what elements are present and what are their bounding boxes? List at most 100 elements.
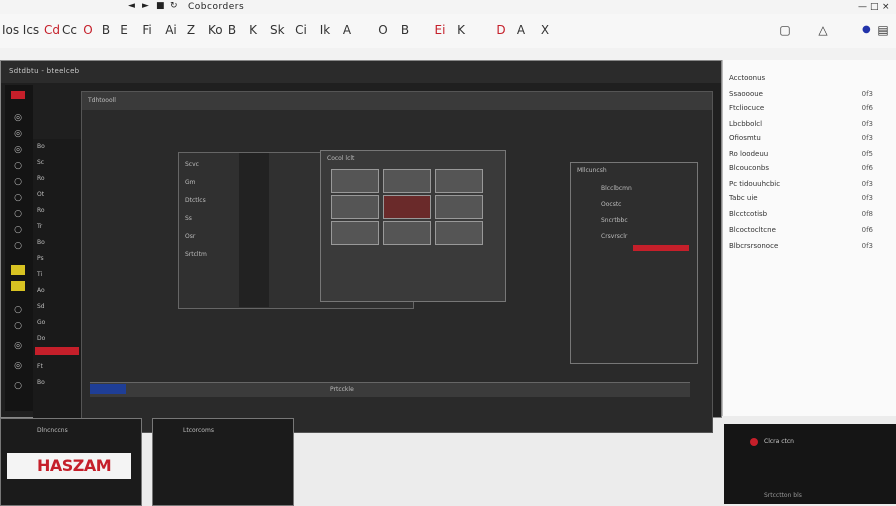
layer-item[interactable]: Pc tidouuhcbic (729, 180, 780, 188)
thumbnail[interactable] (383, 195, 431, 219)
layer-item[interactable]: Blcoctocltcne (729, 226, 776, 234)
tool-icon[interactable]: ○ (11, 381, 25, 391)
forward-icon[interactable]: ► (142, 2, 152, 11)
tool-button[interactable]: Ei (434, 22, 446, 38)
property-line: Blcclbcmn (601, 185, 632, 192)
layer-count: 0f6 (861, 164, 873, 172)
tool-button[interactable]: O (376, 22, 390, 38)
layer-item[interactable]: Lbcbbolcl (729, 120, 762, 128)
property-line: Crsvrsclr (601, 233, 628, 240)
tool-button[interactable]: Ko (208, 22, 223, 38)
tool-button[interactable]: B (100, 22, 112, 38)
tool-button[interactable]: X (538, 22, 552, 38)
tool-button[interactable]: O (82, 22, 94, 38)
tool-button[interactable]: B (398, 22, 412, 38)
tool-button[interactable]: A (340, 22, 354, 38)
tool-button[interactable]: Cd (44, 22, 60, 38)
layer-label: Pc tidouuhcbic (729, 180, 781, 188)
timeline-bar[interactable]: Prtcckle (90, 382, 690, 397)
tool-icon[interactable]: ○ (11, 209, 25, 219)
thumbnail[interactable] (435, 195, 483, 219)
code-line: Dtctlcs (185, 197, 206, 204)
highlight-tool-icon[interactable] (11, 281, 25, 291)
property-panel: Mllcuncsh Blcclbcmn Oocstc Sncrtbbc Crsv… (570, 162, 698, 364)
tool-icon[interactable]: ○ (11, 241, 25, 251)
tool-button[interactable]: K (246, 22, 260, 38)
layer-item[interactable]: Tabc uie (729, 194, 758, 202)
layer-count: 0f3 (861, 242, 873, 250)
tool-icon[interactable]: ○ (11, 305, 25, 315)
layer-item[interactable]: Blcouconbs (729, 164, 769, 172)
tool-icon[interactable]: ◎ (11, 145, 25, 155)
thumbnail[interactable] (331, 169, 379, 193)
preview-panel[interactable]: Cocol lclt (320, 150, 506, 302)
tool-button[interactable]: B (226, 22, 238, 38)
layer-item[interactable]: Acctoonus (729, 74, 765, 82)
tool-icon[interactable]: ○ (11, 161, 25, 171)
record-dot-icon (750, 438, 758, 446)
tool-icon[interactable]: ◎ (11, 341, 25, 351)
tool-button[interactable]: D (494, 22, 508, 38)
workspace-header-text: Sdtdbtu - bteelceb (9, 67, 80, 75)
tool-icon[interactable]: ○ (11, 321, 25, 331)
tool-button[interactable]: Z (184, 22, 198, 38)
clip-thumbnail[interactable]: Dlncnccns HASZAM (0, 418, 142, 506)
refresh-icon[interactable]: ↻ (170, 2, 180, 11)
side-label: Bo (37, 379, 45, 386)
layout-icon[interactable]: ▤ (876, 22, 890, 38)
tool-button[interactable]: Ai (164, 22, 178, 38)
tool-button[interactable]: Fi (140, 22, 154, 38)
editor-header-text: Tdhtoooll (88, 97, 116, 104)
layer-item[interactable]: Ro loodeuu (729, 150, 768, 158)
tool-icon[interactable]: ○ (11, 225, 25, 235)
tool-button[interactable]: Cc (62, 22, 77, 38)
tool-button[interactable]: Ios (2, 22, 19, 38)
tool-icon[interactable]: ◎ (11, 113, 25, 123)
tool-icon[interactable]: ◎ (11, 129, 25, 139)
logo-banner: HASZAM (7, 453, 131, 479)
clip-thumbnail[interactable]: Ltcorcoms (152, 418, 294, 506)
close-icon[interactable]: × (882, 3, 892, 12)
tool-icon[interactable]: ◎ (11, 361, 25, 371)
minimize-icon[interactable]: — (858, 3, 868, 12)
window-controls: — □ × (790, 1, 890, 13)
side-label: Ro (37, 175, 45, 182)
app-title: Cobcorders (188, 2, 245, 12)
main-workspace: Sdtdbtu - bteelceb ◎ ◎ ◎ ○ ○ ○ ○ ○ ○ ○ ○… (0, 60, 722, 447)
thumbnail[interactable] (435, 221, 483, 245)
thumbnail[interactable] (331, 221, 379, 245)
tool-button[interactable]: K (454, 22, 468, 38)
thumbnail[interactable] (435, 169, 483, 193)
tool-button[interactable]: Ik (318, 22, 332, 38)
layer-item[interactable]: Blbcrsrsonoce (729, 242, 778, 250)
layer-item[interactable]: Blcctcotisb (729, 210, 767, 218)
tool-icon[interactable]: ○ (11, 193, 25, 203)
thumbnail[interactable] (383, 169, 431, 193)
warning-icon[interactable]: △ (816, 22, 830, 38)
panel-icon[interactable]: ▢ (778, 22, 792, 38)
highlight-tool-icon[interactable] (11, 265, 25, 275)
code-line: Ss (185, 215, 192, 222)
layer-item[interactable]: Ssaoooue (729, 90, 763, 98)
side-label: Tr (37, 223, 43, 230)
editor-header: Tdhtoooll (82, 92, 712, 110)
tool-button[interactable]: Ci (294, 22, 308, 38)
layer-label: Ftcliocuce (729, 104, 765, 112)
layer-item[interactable]: Ofiosmtu (729, 134, 761, 142)
workspace-header: Sdtdbtu - bteelceb (1, 61, 721, 83)
thumbnail[interactable] (331, 195, 379, 219)
back-icon[interactable]: ◄ (128, 2, 138, 11)
output-label: Clcra ctcn (764, 438, 794, 445)
tool-button[interactable]: Ics (22, 22, 40, 38)
tool-button[interactable]: E (118, 22, 130, 38)
layer-item[interactable]: Ftcliocuce (729, 104, 764, 112)
tool-labels: Bo Sc Ro Ot Ro Tr Bo Ps Ti Ao Sd Go Do F… (33, 139, 81, 447)
tool-button[interactable]: Sk (270, 22, 285, 38)
tool-button[interactable]: A (514, 22, 528, 38)
thumbnail[interactable] (383, 221, 431, 245)
tool-icon[interactable]: ○ (11, 177, 25, 187)
layer-count: 0f8 (861, 210, 873, 218)
clip-label: Ltcorcoms (183, 427, 214, 434)
maximize-icon[interactable]: □ (870, 3, 880, 12)
record-icon[interactable] (11, 91, 25, 99)
